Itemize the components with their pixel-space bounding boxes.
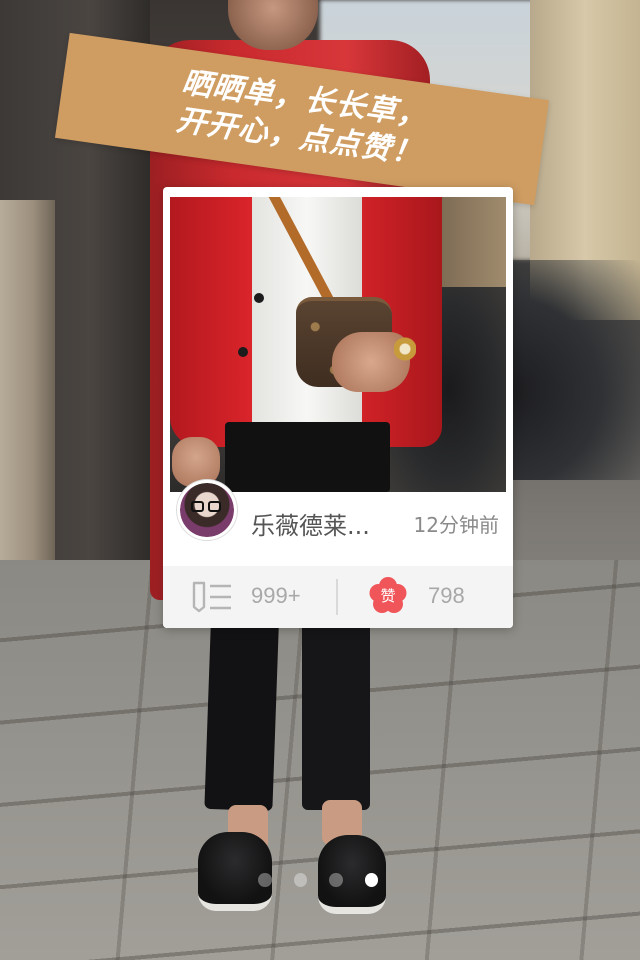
page-dot[interactable] — [364, 873, 378, 887]
comment-list-icon[interactable] — [191, 581, 233, 613]
like-count: 798 — [428, 583, 465, 608]
username[interactable]: 乐薇德莱... — [251, 506, 370, 541]
page-dot[interactable] — [258, 873, 272, 887]
post-time: 12分钟前 — [413, 513, 499, 537]
like-icon-label: 赞 — [380, 587, 396, 605]
action-divider — [336, 579, 338, 615]
post-card[interactable]: 乐薇德莱... 12分钟前 999+ 赞 798 — [163, 187, 513, 628]
avatar[interactable] — [177, 480, 237, 540]
post-meta: 乐薇德莱... 12分钟前 — [163, 480, 513, 554]
comment-count: 999+ — [251, 583, 301, 608]
flower-like-icon[interactable]: 赞 — [369, 577, 407, 615]
page-dot[interactable] — [293, 873, 307, 887]
post-actions: 999+ 赞 798 — [163, 566, 513, 628]
page-dot[interactable] — [329, 873, 343, 887]
page-indicator — [258, 872, 378, 888]
post-photo[interactable] — [170, 197, 506, 492]
